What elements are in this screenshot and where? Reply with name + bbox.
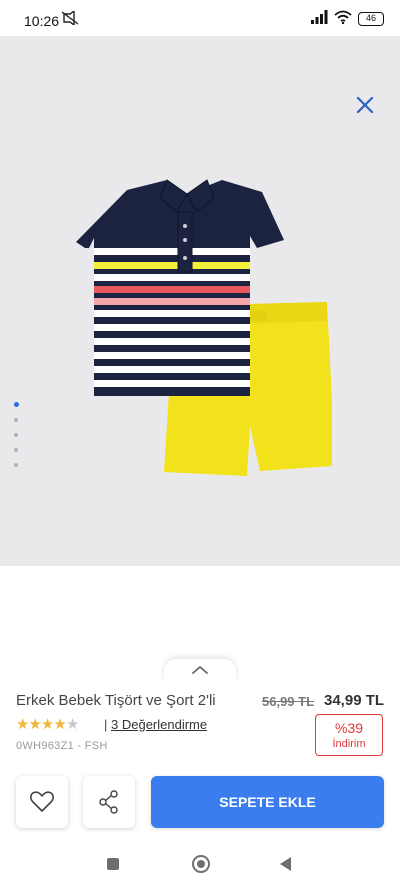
add-to-cart-button[interactable]: SEPETE EKLE [151,776,384,828]
gallery-dot[interactable] [14,433,18,437]
collapse-details-button[interactable] [164,659,236,681]
star-empty-icon: ★ [65,716,79,733]
system-nav-bar [0,846,400,888]
signal-icon [310,9,328,29]
heart-icon [30,791,54,812]
old-price: 56,99 TL [262,694,315,709]
review-separator: | [104,717,108,732]
mute-icon [61,9,79,27]
product-info-panel: Erkek Bebek Tişört ve Şort 2'li 56,99 TL… [0,680,400,846]
gallery-footer-space [0,566,400,656]
favorite-button[interactable] [16,776,68,828]
recent-apps-icon[interactable] [107,858,119,870]
star-icon: ★ [16,716,29,733]
status-icons: 46 [310,9,384,29]
product-image [76,179,332,476]
product-title: Erkek Bebek Tişört ve Şort 2'li [16,692,216,709]
star-icon: ★ [40,716,54,733]
battery-icon: 46 [358,12,384,26]
close-button[interactable] [350,92,380,120]
gallery-pagination [14,402,22,478]
star-icon: ★ [28,716,41,733]
share-button[interactable] [83,776,135,828]
gallery-dot-active[interactable] [14,402,19,407]
gallery-dot[interactable] [14,418,18,422]
discount-label: İndirim [332,738,366,750]
star-icon: ★ [53,716,66,733]
status-time: 10:26 [24,13,60,29]
discount-badge: %39 İndirim [315,714,383,756]
back-icon[interactable] [280,857,291,871]
review-count-link[interactable]: 3 Değerlendirme [111,717,207,732]
close-icon [356,96,374,114]
rating-stars: ★★★★★ [16,715,79,733]
reviews: | 3 Değerlendirme [104,717,207,732]
product-image-gallery[interactable] [0,36,400,566]
new-price: 34,99 TL [324,692,385,709]
share-icon [99,790,118,814]
product-sku: 0WH963Z1 - FSH [16,740,108,752]
discount-percent: %39 [334,720,364,736]
home-icon[interactable] [192,855,210,873]
chevron-up-icon [192,666,208,674]
gallery-dot[interactable] [14,448,18,452]
wifi-icon [334,10,352,29]
gallery-dot[interactable] [14,463,18,467]
status-bar: 10:26 46 [0,0,400,36]
